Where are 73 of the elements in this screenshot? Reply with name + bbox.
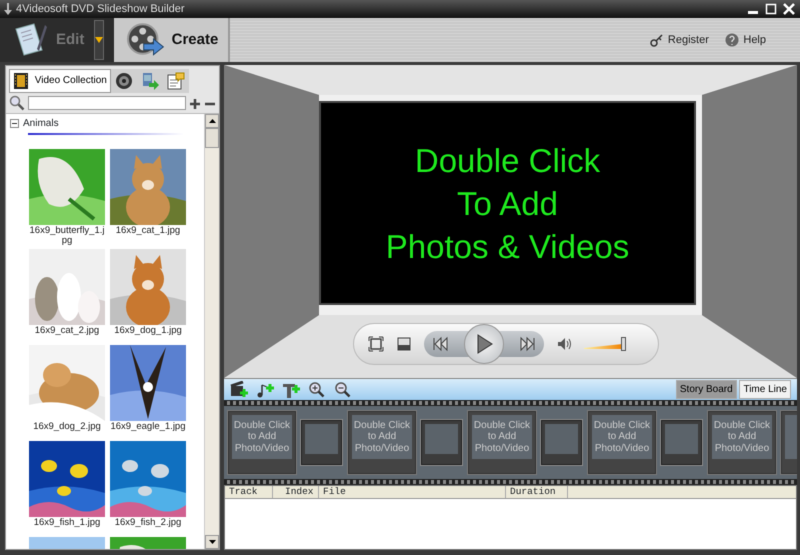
thumbnail-label: 16x9_fish_2.jpg bbox=[114, 518, 182, 530]
scroll-down-button[interactable] bbox=[205, 535, 219, 549]
snapshot-button[interactable] bbox=[396, 336, 412, 352]
down-arrow-icon bbox=[208, 540, 216, 544]
speaker-icon[interactable] bbox=[110, 68, 137, 93]
clip-slot[interactable]: Double Click to Add Photo/Video bbox=[348, 411, 416, 474]
thumbnail-label: 16x9_cat_1.jpg bbox=[114, 226, 182, 238]
preview-message: Double Click bbox=[414, 140, 602, 180]
notes-icon[interactable] bbox=[162, 68, 189, 93]
help-icon bbox=[725, 33, 740, 47]
slot-hint: Double Click to Add Photo/Video bbox=[592, 415, 652, 459]
clip-slot[interactable]: Double Click to Add Photo/Video bbox=[468, 411, 536, 474]
slot-hint: Double Click to Add Photo/Video bbox=[232, 415, 292, 459]
slot-hint: Double Click to Add Photo/Video bbox=[712, 415, 772, 459]
preview-message: Photos & Videos bbox=[384, 226, 630, 266]
up-arrow-icon bbox=[208, 118, 216, 123]
fullscreen-button[interactable] bbox=[368, 336, 384, 352]
film-icon bbox=[12, 72, 31, 90]
close-icon bbox=[782, 2, 796, 16]
clip-slot[interactable]: Double Click to Add Photo/Video bbox=[708, 411, 776, 474]
collapse-toggle[interactable] bbox=[10, 118, 19, 128]
tree-item[interactable]: Animals bbox=[23, 116, 59, 131]
thumbnail-label: 16x9_cat_2.jpg bbox=[34, 326, 100, 338]
volume-slider[interactable] bbox=[584, 337, 626, 351]
slot-hint: Double Click to Add Photo/Video bbox=[472, 415, 532, 459]
zoom-out-icon[interactable] bbox=[334, 380, 352, 398]
search-field[interactable] bbox=[28, 96, 186, 110]
thumbnail-label: 16x9_fish_1.jpg bbox=[32, 518, 102, 530]
zoom-in-icon[interactable] bbox=[308, 380, 326, 398]
column-header[interactable]: Track bbox=[225, 486, 273, 498]
thumbnail-label: 16x9_butterfly_1.jpg bbox=[28, 226, 106, 247]
thumbnail-label: 16x9_dog_1.jpg bbox=[113, 326, 183, 338]
clip-slot[interactable]: Double Click to Add Photo/Video bbox=[588, 411, 656, 474]
scrollbar-thumb[interactable] bbox=[205, 128, 219, 148]
column-header[interactable]: File bbox=[319, 486, 506, 498]
clip-slot[interactable]: Double Click to Add Photo/Video bbox=[228, 411, 296, 474]
search-icon[interactable] bbox=[9, 94, 25, 111]
preview-screen[interactable]: Double Click To Add Photos & Videos bbox=[319, 101, 696, 305]
app-icon bbox=[4, 3, 12, 15]
window-title: 4Videosoft DVD Slideshow Builder bbox=[16, 2, 185, 17]
volume-icon[interactable] bbox=[556, 336, 572, 352]
thumbnail-label: 16x9_eagle_1.jpg bbox=[109, 422, 186, 434]
maximize-button[interactable] bbox=[764, 2, 778, 16]
column-header[interactable]: Index bbox=[273, 486, 319, 498]
dropdown-caret[interactable] bbox=[94, 20, 104, 60]
add-video-icon[interactable] bbox=[230, 380, 248, 398]
close-button[interactable] bbox=[782, 2, 796, 16]
transition-slot[interactable] bbox=[541, 420, 582, 465]
minus-icon bbox=[205, 102, 215, 106]
maximize-icon bbox=[766, 4, 776, 14]
view-tab[interactable]: Story Board bbox=[676, 380, 737, 399]
register-link[interactable]: Register bbox=[650, 32, 709, 48]
view-tab[interactable]: Time Line bbox=[739, 380, 791, 399]
transition-slot[interactable] bbox=[301, 420, 342, 465]
volume-thumb[interactable] bbox=[620, 337, 626, 351]
key-icon bbox=[650, 33, 664, 47]
play-button[interactable] bbox=[464, 324, 504, 364]
play-icon bbox=[475, 334, 493, 354]
preview-message: To Add bbox=[456, 184, 559, 224]
slot-hint: Double Click to Add Photo/Video bbox=[352, 415, 412, 459]
previous-button[interactable] bbox=[432, 336, 450, 352]
plus-icon bbox=[190, 99, 200, 110]
create-tab[interactable]: Create bbox=[114, 18, 230, 62]
help-link[interactable]: Help bbox=[725, 32, 766, 48]
minimize-icon bbox=[748, 11, 758, 14]
column-header[interactable]: Duration bbox=[506, 486, 568, 498]
thumbnail-label: 16x9_dog_2.jpg bbox=[32, 422, 102, 434]
transition-slot[interactable] bbox=[661, 420, 702, 465]
next-button[interactable] bbox=[518, 336, 536, 352]
library-tab[interactable]: Video Collection bbox=[8, 68, 111, 93]
scroll-up-button[interactable] bbox=[205, 114, 219, 128]
film-reel-icon bbox=[126, 22, 166, 58]
transition-slot[interactable] bbox=[421, 420, 462, 465]
